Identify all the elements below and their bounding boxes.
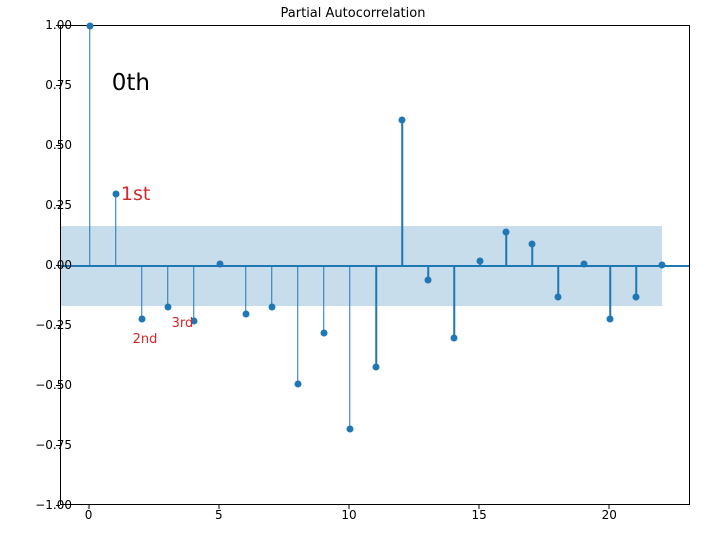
stem-lag-1: [115, 194, 117, 266]
pacf-figure: Partial Autocorrelation 0th 1st 2nd 3rd −1.…: [0, 0, 706, 535]
y-tick-label: 0.50: [22, 138, 72, 152]
marker-lag-15: [477, 258, 484, 265]
x-tick-label: 10: [341, 508, 356, 522]
stem-lag-2: [141, 266, 143, 319]
x-tick-mark: [479, 505, 480, 509]
stem-lag-18: [557, 266, 559, 297]
x-tick-mark: [348, 505, 349, 509]
marker-lag-17: [529, 241, 536, 248]
marker-lag-12: [399, 116, 406, 123]
y-tick-label: 0.75: [22, 78, 72, 92]
stem-lag-10: [349, 266, 351, 429]
x-tick-mark: [218, 505, 219, 509]
marker-lag-9: [320, 330, 327, 337]
y-tick-label: 0.00: [22, 258, 72, 272]
marker-lag-14: [451, 335, 458, 342]
marker-lag-6: [242, 311, 249, 318]
stem-lag-7: [271, 266, 273, 307]
axes-frame: 0th 1st 2nd 3rd: [60, 25, 690, 505]
stem-lag-6: [245, 266, 247, 314]
y-tick-label: −0.75: [22, 438, 72, 452]
marker-lag-5: [216, 260, 223, 267]
marker-lag-21: [633, 294, 640, 301]
x-tick-mark: [88, 505, 89, 509]
marker-lag-10: [346, 426, 353, 433]
x-tick-label: 0: [85, 508, 93, 522]
stem-lag-8: [297, 266, 299, 384]
marker-lag-13: [425, 277, 432, 284]
y-tick-mark: [56, 325, 60, 326]
annotation-1: 1st: [121, 183, 150, 205]
y-tick-label: −0.25: [22, 318, 72, 332]
y-tick-mark: [56, 145, 60, 146]
y-tick-mark: [56, 445, 60, 446]
stem-lag-3: [167, 266, 169, 307]
y-tick-mark: [56, 205, 60, 206]
marker-lag-20: [607, 315, 614, 322]
x-tick-label: 15: [471, 508, 486, 522]
y-tick-mark: [56, 85, 60, 86]
stem-lag-12: [401, 120, 403, 266]
x-tick-label: 20: [602, 508, 617, 522]
y-tick-label: 0.25: [22, 198, 72, 212]
marker-lag-18: [555, 294, 562, 301]
y-tick-mark: [56, 385, 60, 386]
stem-lag-20: [610, 266, 612, 319]
stem-lag-21: [636, 266, 638, 297]
chart-title: Partial Autocorrelation: [0, 6, 706, 21]
y-tick-label: 1.00: [22, 18, 72, 32]
plot-area: 0th 1st 2nd 3rd: [61, 26, 689, 504]
y-tick-label: −0.50: [22, 378, 72, 392]
annotation-3: 3rd: [172, 316, 194, 331]
stem-lag-16: [505, 232, 507, 266]
annotation-2: 2nd: [133, 332, 158, 347]
x-tick-mark: [609, 505, 610, 509]
x-tick-label: 5: [215, 508, 223, 522]
marker-lag-3: [164, 303, 171, 310]
marker-lag-16: [503, 229, 510, 236]
marker-lag-22: [659, 261, 666, 268]
stem-lag-4: [193, 266, 195, 321]
annotation-0: 0th: [112, 70, 150, 96]
marker-lag-7: [268, 303, 275, 310]
marker-lag-19: [581, 260, 588, 267]
marker-lag-0: [86, 23, 93, 30]
stem-lag-0: [89, 26, 91, 266]
stem-lag-14: [453, 266, 455, 338]
y-tick-mark: [56, 505, 60, 506]
y-tick-label: −1.00: [22, 498, 72, 512]
y-tick-mark: [56, 25, 60, 26]
y-tick-mark: [56, 265, 60, 266]
marker-lag-11: [373, 363, 380, 370]
stem-lag-11: [375, 266, 377, 367]
stem-lag-9: [323, 266, 325, 333]
marker-lag-1: [112, 191, 119, 198]
marker-lag-8: [294, 380, 301, 387]
marker-lag-2: [138, 315, 145, 322]
